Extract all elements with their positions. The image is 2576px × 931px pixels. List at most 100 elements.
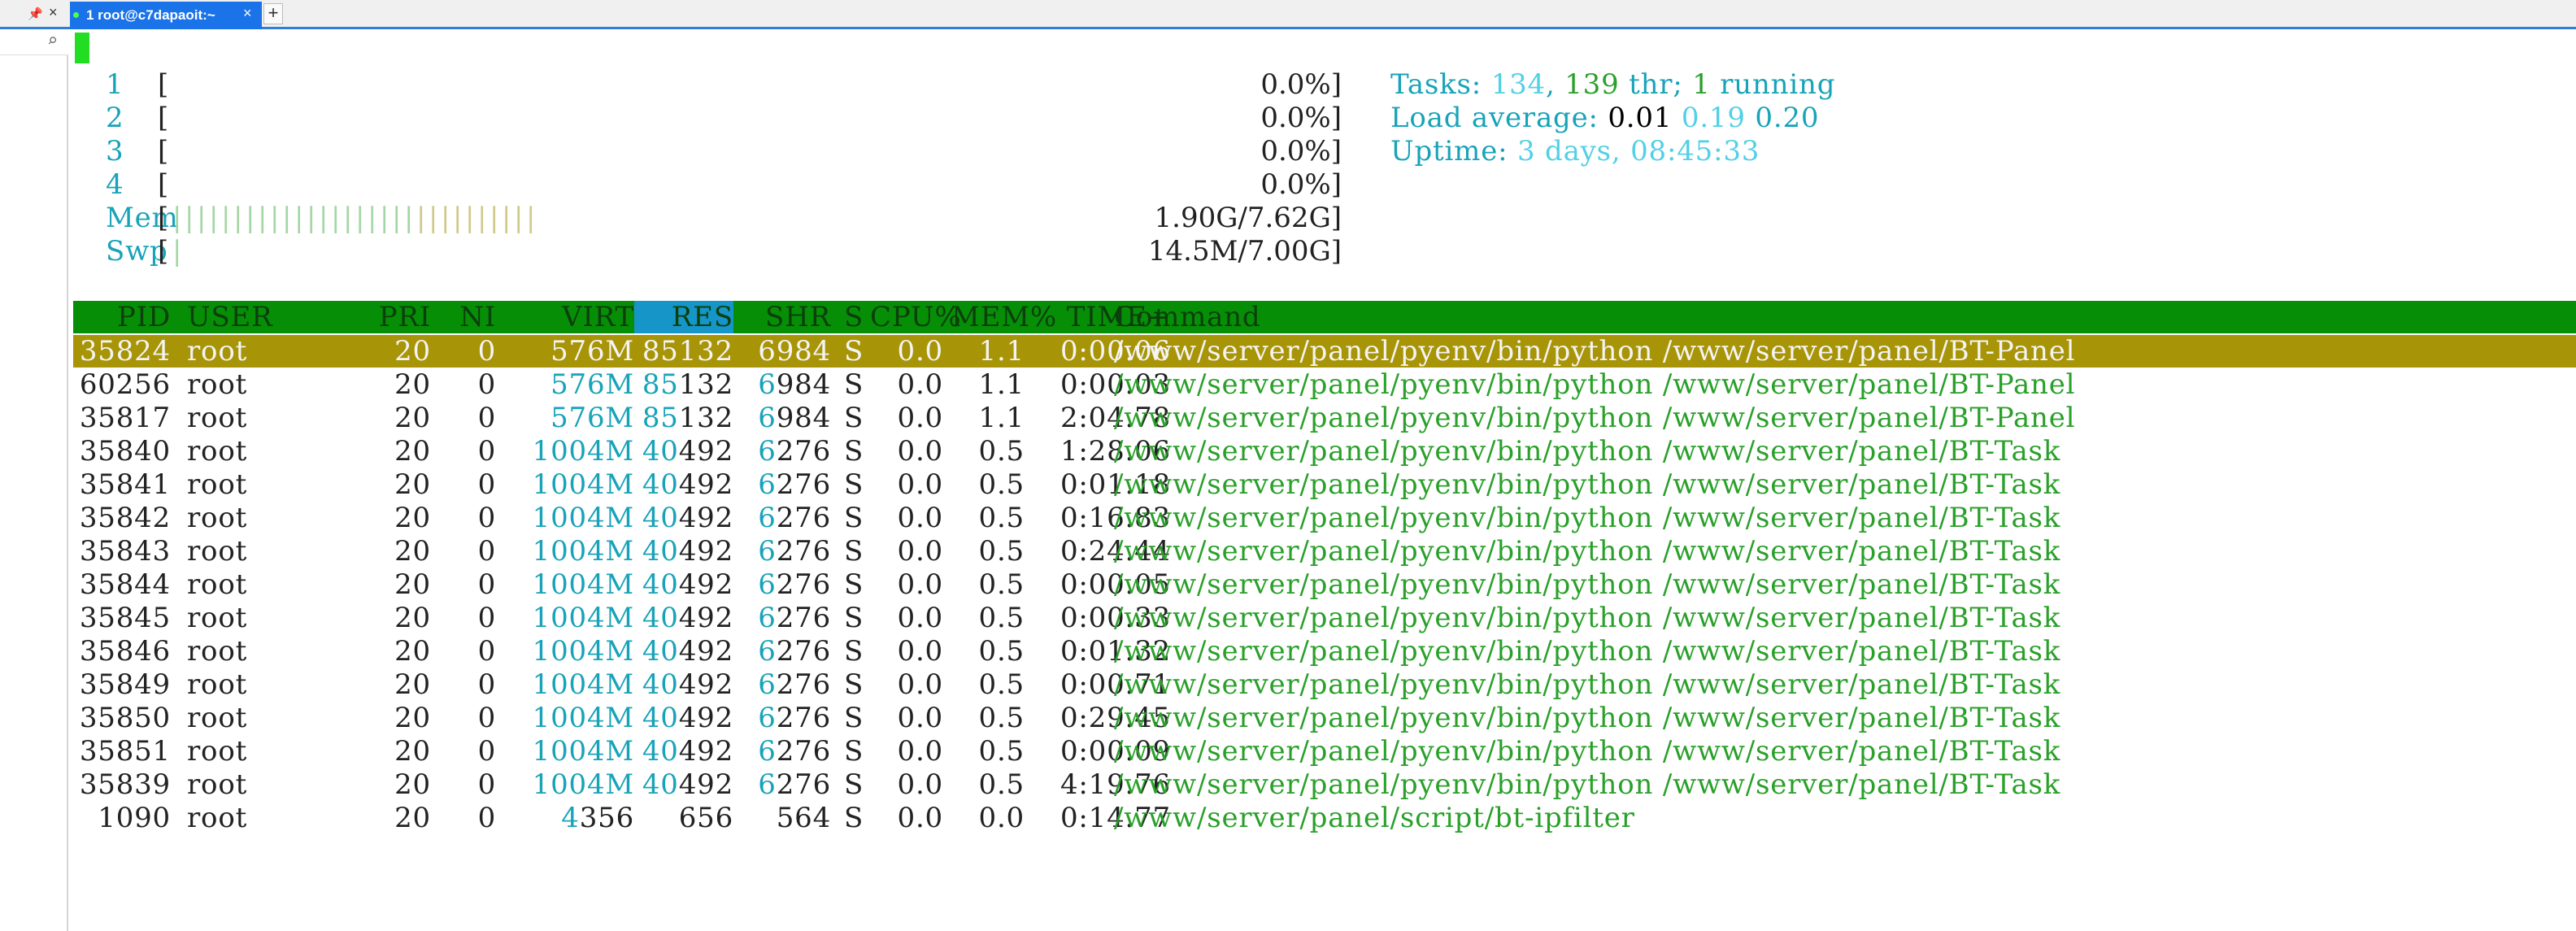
process-pri: 20 [394,602,431,634]
process-pri: 20 [394,468,431,501]
process-cpu: 0.0 [897,668,943,701]
process-pri: 20 [394,768,431,801]
process-pid: 35850 [79,702,171,734]
process-row[interactable]: 35845 root 20 0 1004M 40492 6276 S 0.0 0.5 0:00.33… [73,602,2576,635]
process-pri: 20 [394,702,431,734]
process-row[interactable]: 35846 root 20 0 1004M 40492 6276 S 0.0 0.5 0:01.32… [73,635,2576,668]
process-row[interactable]: 35817 root 20 0 576M 85132 6984 S 0.0 1.1 2:04.78/… [73,402,2576,435]
process-s: S [844,535,864,568]
process-virt: 1004M [532,668,634,701]
column-header-pid[interactable]: PID [73,301,171,334]
process-s: S [844,568,864,601]
process-virt: 1004M [532,435,634,468]
process-pid: 35817 [79,402,171,434]
process-shr: 6276 [758,768,831,801]
column-header-cpu[interactable]: CPU% [870,301,961,334]
cpu-meter-open-bracket: [ [158,102,170,134]
process-user: root [187,668,248,701]
process-cmd: /www/server/panel/pyenv/bin/python /www/… [1114,568,2061,601]
process-cmd: /www/server/panel/pyenv/bin/python /www/… [1114,735,2061,768]
process-table-header[interactable]: PID USER PRI NI VIRT RES SHR S CPU% MEM% TIME+ Comm… [73,301,2576,333]
process-mem: 1.1 [978,335,1025,368]
process-ni: 0 [477,668,496,701]
mem-meter-fill-bar: | | | | | | | | | | | | | | | | | | | | | | | | | | | | | | [172,202,536,234]
process-s: S [844,668,864,701]
process-pri: 20 [394,335,431,368]
process-row[interactable]: 1090 root 20 0 4356 656 564 S 0.0 0.0 0:14.77/www/… [73,802,2576,835]
process-s: S [844,335,864,368]
process-res: 40492 [642,502,733,534]
process-mem: 0.0 [978,802,1025,834]
process-row[interactable]: 35841 root 20 0 1004M 40492 6276 S 0.0 0.5 0:01.18… [73,468,2576,502]
process-cpu: 0.0 [897,768,943,801]
process-row[interactable]: 60256 root 20 0 576M 85132 6984 S 0.0 1.1 0:00.03/… [73,368,2576,402]
process-row[interactable]: 35839 root 20 0 1004M 40492 6276 S 0.0 0.5 4:19.76… [73,768,2576,802]
process-res: 40492 [642,602,733,634]
process-cmd: /www/server/panel/pyenv/bin/python /www/… [1114,368,2076,401]
process-pid: 35840 [79,435,171,468]
pin-icon[interactable]: 📌 [28,7,43,21]
column-header-virt[interactable]: VIRT [496,301,634,334]
process-row[interactable]: 35849 root 20 0 1004M 40492 6276 S 0.0 0.5 0:00.71… [73,668,2576,702]
process-user: root [187,635,248,668]
column-header-s[interactable]: S [844,301,864,334]
column-headers[interactable]: PID USER PRI NI VIRT RES SHR S CPU% MEM% TIME+ Comm… [73,301,2576,334]
process-ni: 0 [477,602,496,634]
column-header-pri[interactable]: PRI [350,301,431,334]
process-res: 656 [678,802,733,834]
column-header-ni[interactable]: NI [431,301,496,334]
process-mem: 1.1 [978,368,1025,401]
column-header-shr[interactable]: SHR [733,301,831,334]
swap-meter-open-bracket: [ [158,235,170,268]
process-pid: 35824 [79,335,171,368]
column-header-command[interactable]: Command [1114,301,1261,334]
process-row[interactable]: 35824 root 20 0 576M 85132 6984 S 0.0 1.1 0:00.06/… [73,335,2576,368]
column-header-user[interactable]: USER [187,301,273,334]
process-virt: 1004M [532,568,634,601]
process-shr: 6276 [758,568,831,601]
cpu-meter-value: 0.0%] [1260,168,1342,201]
sidebar-search[interactable]: ⌕ [0,29,68,55]
process-pri: 20 [394,502,431,534]
process-cpu: 0.0 [897,535,943,568]
tab-terminal-session[interactable]: 1 root@c7dapaoit:~ × [70,2,262,29]
process-s: S [844,735,864,768]
process-row[interactable]: 35850 root 20 0 1004M 40492 6276 S 0.0 0.5 0:29.45… [73,702,2576,735]
process-ni: 0 [477,368,496,401]
process-virt: 1004M [532,702,634,734]
process-cpu: 0.0 [897,368,943,401]
process-virt: 4356 [561,802,634,834]
process-virt: 1004M [532,768,634,801]
process-ni: 0 [477,335,496,368]
process-ni: 0 [477,535,496,568]
tab-close-button[interactable]: × [243,5,252,22]
terminal-cursor [75,33,89,63]
process-res: 40492 [642,435,733,468]
process-shr: 6276 [758,702,831,734]
column-header-mem[interactable]: MEM% [951,301,1056,334]
process-mem: 0.5 [978,502,1025,534]
process-pri: 20 [394,368,431,401]
column-header-res[interactable]: RES [634,301,733,334]
process-pri: 20 [394,802,431,834]
process-cpu: 0.0 [897,802,943,834]
process-mem: 0.5 [978,568,1025,601]
process-cpu: 0.0 [897,402,943,434]
close-icon[interactable]: × [49,4,58,21]
process-row[interactable]: 35851 root 20 0 1004M 40492 6276 S 0.0 0.5 0:00.09… [73,735,2576,768]
process-s: S [844,435,864,468]
process-row[interactable]: 35842 root 20 0 1004M 40492 6276 S 0.0 0.5 0:16.83… [73,502,2576,535]
process-user: root [187,435,248,468]
process-row[interactable]: 35844 root 20 0 1004M 40492 6276 S 0.0 0.5 0:00.05… [73,568,2576,602]
process-ni: 0 [477,502,496,534]
process-cmd: /www/server/panel/pyenv/bin/python /www/… [1114,502,2061,534]
process-res: 40492 [642,702,733,734]
process-pid: 35849 [79,668,171,701]
process-row[interactable]: 35840 root 20 0 1004M 40492 6276 S 0.0 0.5 1:28.06… [73,435,2576,468]
process-cmd: /www/server/panel/pyenv/bin/python /www/… [1114,435,2061,468]
process-row[interactable]: 35843 root 20 0 1004M 40492 6276 S 0.0 0.5 0:24.44… [73,535,2576,568]
cpu-meter-value: 0.0%] [1260,102,1342,134]
tab-title: 1 root@c7dapaoit:~ [86,7,215,23]
cpu-meter-open-bracket: [ [158,168,170,201]
new-tab-button[interactable]: + [263,3,283,24]
